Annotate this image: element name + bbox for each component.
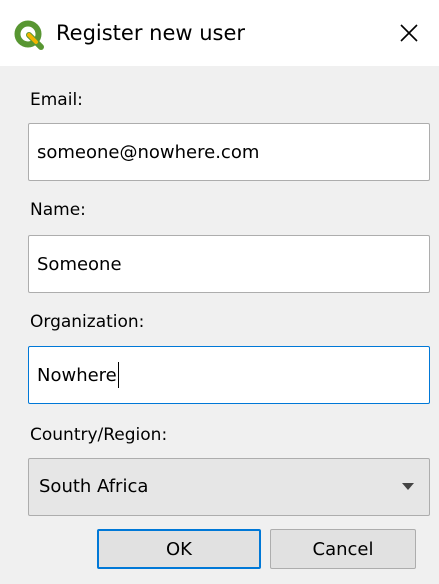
- text-cursor: [117, 362, 120, 388]
- country-value: South Africa: [39, 476, 149, 497]
- cancel-button[interactable]: Cancel: [270, 529, 416, 569]
- close-button[interactable]: [379, 0, 439, 66]
- organization-field[interactable]: Nowhere: [28, 346, 430, 404]
- email-value: someone@nowhere.com: [37, 141, 260, 163]
- country-select[interactable]: South Africa: [28, 458, 430, 516]
- ok-button[interactable]: OK: [97, 529, 261, 569]
- organization-label: Organization:: [30, 312, 145, 332]
- title-bar: Register new user: [0, 0, 439, 66]
- email-field[interactable]: someone@nowhere.com: [28, 123, 430, 181]
- name-label: Name:: [30, 200, 86, 220]
- name-field[interactable]: Someone: [28, 235, 430, 293]
- register-dialog: Register new user Email: someone@nowhere…: [0, 0, 439, 584]
- email-label: Email:: [30, 90, 83, 110]
- window-title: Register new user: [56, 21, 246, 45]
- country-label: Country/Region:: [30, 425, 168, 445]
- organization-value: Nowhere: [37, 364, 117, 386]
- name-value: Someone: [37, 253, 122, 275]
- chevron-down-icon: [402, 483, 414, 490]
- close-icon: [399, 23, 419, 43]
- qgis-logo-icon: [14, 20, 44, 50]
